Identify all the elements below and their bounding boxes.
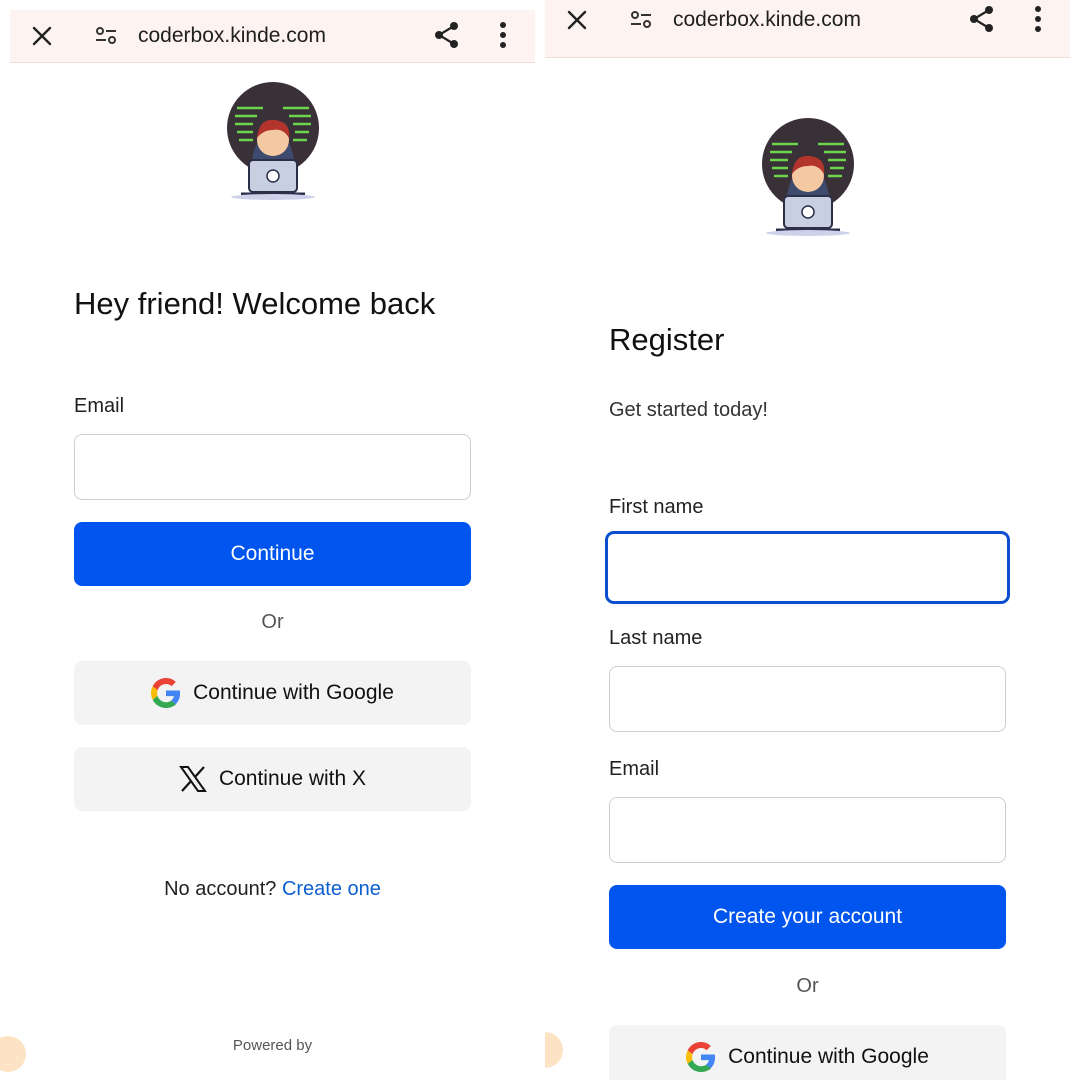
first-name-field[interactable]	[606, 532, 1009, 603]
email-label: Email	[609, 758, 660, 780]
no-account-prompt: No account? Create one	[74, 878, 471, 901]
google-signin-button[interactable]: Continue with Google	[74, 661, 471, 725]
last-name-field[interactable]	[609, 666, 1006, 732]
or-divider: Or	[796, 975, 819, 997]
coder-avatar-logo	[223, 80, 323, 207]
register-screen: coderbox.kinde.com Register Get started …	[545, 0, 1080, 1080]
more-vert-icon[interactable]	[1028, 4, 1048, 34]
google-icon	[686, 1042, 716, 1072]
floating-help-badge[interactable]	[0, 1036, 26, 1072]
or-divider: Or	[261, 611, 284, 633]
page-title: Hey friend! Welcome back	[74, 286, 436, 321]
google-signin-button[interactable]: Continue with Google	[609, 1025, 1006, 1080]
google-button-label: Continue with Google	[193, 681, 394, 704]
floating-help-badge[interactable]	[545, 1032, 563, 1068]
google-icon	[151, 678, 181, 708]
coder-avatar-logo	[758, 116, 858, 243]
last-name-label: Last name	[609, 627, 703, 649]
site-settings-icon[interactable]	[627, 6, 655, 34]
x-signin-button[interactable]: Continue with X	[74, 747, 471, 811]
browser-toolbar: coderbox.kinde.com	[10, 10, 535, 63]
continue-button[interactable]: Continue	[74, 522, 471, 586]
email-field[interactable]	[609, 797, 1006, 863]
email-label: Email	[74, 395, 125, 417]
share-icon[interactable]	[967, 4, 997, 34]
no-account-text: No account?	[164, 878, 277, 900]
first-name-label: First name	[609, 496, 704, 518]
powered-by-text: Powered by	[232, 1037, 313, 1054]
google-button-label: Continue with Google	[728, 1045, 929, 1068]
email-field[interactable]	[74, 434, 471, 500]
x-button-label: Continue with X	[218, 767, 367, 790]
url-bar[interactable]: coderbox.kinde.com	[673, 8, 861, 32]
close-icon[interactable]	[28, 22, 56, 50]
share-icon[interactable]	[432, 20, 462, 50]
create-account-button[interactable]: Create your account	[609, 885, 1006, 949]
create-account-link[interactable]: Create one	[282, 878, 381, 900]
site-settings-icon[interactable]	[92, 22, 120, 50]
login-screen: coderbox.kinde.com Hey friend! Welcome b…	[0, 0, 545, 1080]
url-bar[interactable]: coderbox.kinde.com	[138, 24, 326, 48]
x-logo-icon	[179, 765, 207, 793]
more-vert-icon[interactable]	[493, 20, 513, 50]
page-title: Register	[609, 322, 725, 357]
browser-toolbar: coderbox.kinde.com	[545, 0, 1070, 58]
close-icon[interactable]	[563, 6, 591, 34]
page-subtitle: Get started today!	[609, 399, 768, 421]
